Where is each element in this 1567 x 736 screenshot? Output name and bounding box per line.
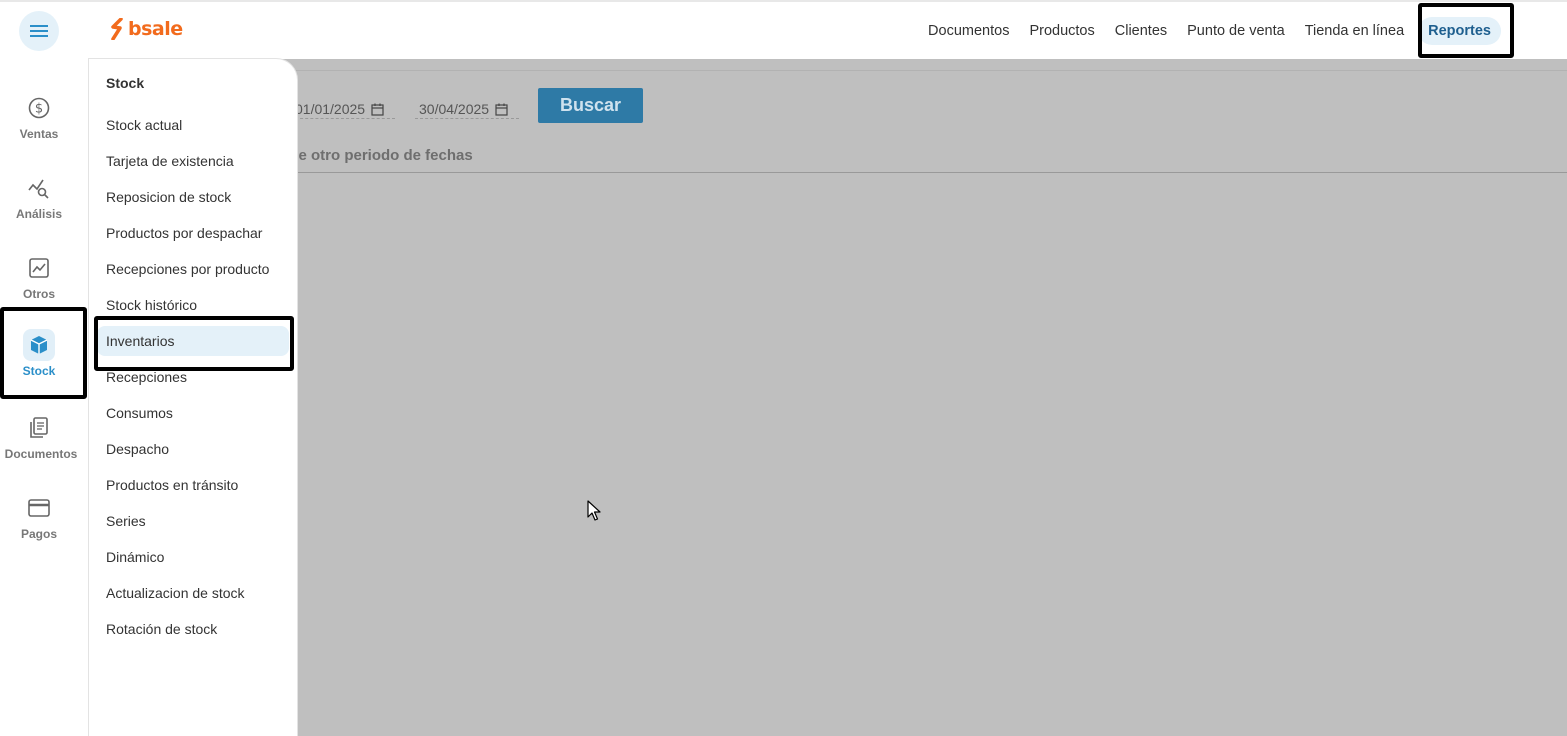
sidebar-item-documentos[interactable]: Documentos <box>0 412 78 461</box>
svg-text:$: $ <box>35 102 43 117</box>
menu-item-consumos[interactable]: Consumos <box>97 398 289 428</box>
date-to-field[interactable]: 30/04/2025 <box>415 100 519 119</box>
hamburger-icon <box>30 25 48 37</box>
menu-item-recepciones-por-producto[interactable]: Recepciones por producto <box>97 254 289 284</box>
date-from-field[interactable]: 01/01/2025 <box>295 100 395 119</box>
sidebar-label-pagos: Pagos <box>20 527 57 541</box>
sidebar-item-analisis[interactable]: Análisis <box>0 172 78 221</box>
calendar-icon[interactable] <box>371 103 384 116</box>
stock-menu-panel: Stock Stock actual Tarjeta de existencia… <box>88 58 298 736</box>
sidebar-item-ventas[interactable]: $ Ventas <box>0 92 78 141</box>
dollar-circle-icon: $ <box>23 92 55 124</box>
period-message: ebe otro periodo de fechas <box>281 147 473 164</box>
documents-icon <box>23 412 55 444</box>
calendar-icon[interactable] <box>495 103 508 116</box>
stock-highlight-box <box>0 307 87 399</box>
top-bar: bsale Documentos Productos Clientes Punt… <box>0 0 1567 59</box>
trend-chart-icon <box>23 252 55 284</box>
date-from-value: 01/01/2025 <box>295 101 366 117</box>
nav-tienda-en-linea[interactable]: Tienda en línea <box>1295 23 1414 39</box>
brand-name: bsale <box>128 18 183 40</box>
search-button[interactable]: Buscar <box>538 88 643 123</box>
sidebar-label-otros: Otros <box>22 287 55 301</box>
nav-productos[interactable]: Productos <box>1019 23 1104 39</box>
menu-item-series[interactable]: Series <box>97 506 289 536</box>
mouse-cursor-icon <box>587 500 601 521</box>
sidebar-label-ventas: Ventas <box>19 127 59 141</box>
sidebar-item-otros[interactable]: Otros <box>0 252 78 301</box>
menu-item-dinamico[interactable]: Dinámico <box>97 542 289 572</box>
menu-item-reposicion-de-stock[interactable]: Reposicion de stock <box>97 182 289 212</box>
menu-item-stock-actual[interactable]: Stock actual <box>97 110 289 140</box>
overlay-divider <box>88 70 1567 71</box>
nav-clientes[interactable]: Clientes <box>1105 23 1177 39</box>
sidebar-label-analisis: Análisis <box>15 207 63 221</box>
inventarios-highlight-box <box>94 316 294 371</box>
sidebar-item-pagos[interactable]: Pagos <box>0 492 78 541</box>
date-to-value: 30/04/2025 <box>419 101 490 117</box>
menu-item-actualizacion-de-stock[interactable]: Actualizacion de stock <box>97 578 289 608</box>
sidebar-label-documentos: Documentos <box>4 447 78 461</box>
analysis-chart-icon <box>23 172 55 204</box>
nav-punto-de-venta[interactable]: Punto de venta <box>1177 23 1295 39</box>
menu-item-productos-por-despachar[interactable]: Productos por despachar <box>97 218 289 248</box>
hamburger-menu-button[interactable] <box>19 11 59 51</box>
stock-menu-title: Stock <box>106 75 145 91</box>
bsale-logo-icon <box>111 18 123 40</box>
message-divider <box>281 172 1567 173</box>
menu-item-despacho[interactable]: Despacho <box>97 434 289 464</box>
reportes-highlight-box <box>1418 3 1514 58</box>
menu-item-productos-en-transito[interactable]: Productos en tránsito <box>97 470 289 500</box>
content-overlay: 01/01/2025 30/04/2025 Buscar ebe otro pe… <box>88 59 1567 736</box>
card-icon <box>23 492 55 524</box>
brand-logo[interactable]: bsale <box>110 18 183 40</box>
menu-item-rotacion-de-stock[interactable]: Rotación de stock <box>97 614 289 644</box>
menu-item-tarjeta-de-existencia[interactable]: Tarjeta de existencia <box>97 146 289 176</box>
nav-documentos[interactable]: Documentos <box>918 23 1019 39</box>
